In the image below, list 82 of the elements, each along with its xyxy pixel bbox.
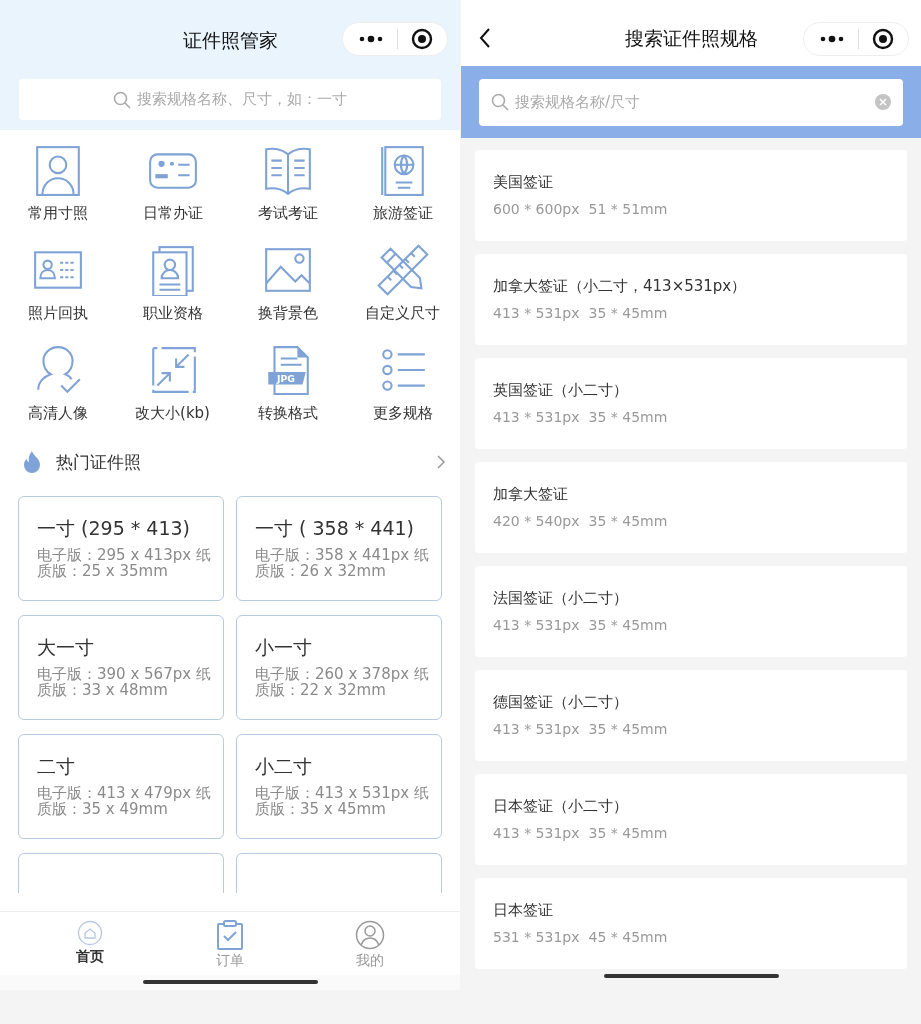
spec-name: 德国签证（小二寸） xyxy=(493,692,629,712)
spec-name: 加拿大签证（小二寸，413×531px） xyxy=(493,276,748,296)
spec-name: 法国签证（小二寸） xyxy=(493,588,629,608)
search-placeholder: 搜索规格名称、尺寸，如：一寸 xyxy=(137,90,347,109)
size-title: 一寸 ( 358 * 441) xyxy=(255,516,415,541)
chevron-right-icon[interactable] xyxy=(436,454,446,470)
category-label[interactable]: 照片回执 xyxy=(27,304,88,322)
spec-list-item[interactable]: 法国签证（小二寸） 413 * 531px 35 * 45mm xyxy=(475,566,907,657)
category-label[interactable]: 职业资格 xyxy=(142,304,203,322)
target-icon[interactable] xyxy=(871,28,894,50)
clear-icon[interactable] xyxy=(875,94,891,110)
pixel-size: 413 * 531px xyxy=(493,304,580,322)
pixel-size: 413 * 531px xyxy=(493,408,580,426)
pixel-size: 600 * 600px xyxy=(493,200,580,218)
spec-name: 日本签证（小二寸） xyxy=(493,796,629,816)
spec-name: 英国签证（小二寸） xyxy=(493,380,629,400)
spec-name: 美国签证 xyxy=(493,172,554,192)
pixel-size: 413 * 531px xyxy=(493,824,580,842)
size-card[interactable] xyxy=(18,853,224,893)
size-card[interactable]: 一寸 (295 * 413) 电子版：295 x 413px 纸质版：25 x 35mm xyxy=(18,496,224,601)
size-detail: 电子版：295 x 413px 纸质版：25 x 35mm xyxy=(37,547,211,579)
size-title: 大一寸 xyxy=(37,635,95,660)
print-size: 35 * 45mm xyxy=(588,304,668,322)
user-icon xyxy=(355,920,385,950)
size-title: 二寸 xyxy=(37,754,76,779)
size-detail: 电子版：260 x 378px 纸质版：22 x 32mm xyxy=(255,666,429,698)
print-size: 35 * 45mm xyxy=(588,720,668,738)
category-label[interactable]: 旅游签证 xyxy=(372,204,433,222)
category-label[interactable]: 自定义尺寸 xyxy=(365,304,440,322)
size-card[interactable]: 一寸 ( 358 * 441) 电子版：358 x 441px 纸质版：26 x 32mm xyxy=(236,496,442,601)
spec-list-item[interactable]: 加拿大签证（小二寸，413×531px） 413 * 531px 35 * 45mm xyxy=(475,254,907,345)
more-icon[interactable] xyxy=(818,34,845,44)
size-detail: 电子版：390 x 567px 纸质版：33 x 48mm xyxy=(37,666,211,698)
size-card[interactable]: 大一寸 电子版：390 x 567px 纸质版：33 x 48mm xyxy=(18,615,224,720)
category-label[interactable]: 高清人像 xyxy=(27,404,88,422)
size-card[interactable]: 小二寸 电子版：413 x 531px 纸质版：35 x 45mm xyxy=(236,734,442,839)
pixel-size: 420 * 540px xyxy=(493,512,580,530)
section-title: 热门证件照 xyxy=(56,450,142,474)
spec-list-item[interactable]: 美国签证 600 * 600px 51 * 51mm xyxy=(475,150,907,241)
print-size: 45 * 45mm xyxy=(588,928,668,946)
home-icon xyxy=(77,920,103,946)
pixel-size: 413 * 531px xyxy=(493,616,580,634)
size-card[interactable]: 二寸 电子版：413 x 479px 纸质版：35 x 49mm xyxy=(18,734,224,839)
spec-list-item[interactable]: 日本签证（小二寸） 413 * 531px 35 * 45mm xyxy=(475,774,907,865)
category-label[interactable]: 常用寸照 xyxy=(27,204,88,222)
size-card[interactable] xyxy=(236,853,442,893)
size-detail: 电子版：358 x 441px 纸质版：26 x 32mm xyxy=(255,547,429,579)
category-label[interactable]: 考试考证 xyxy=(257,204,318,222)
category-label[interactable]: 更多规格 xyxy=(372,404,433,422)
spec-name: 日本签证 xyxy=(493,900,554,920)
spec-list-item[interactable]: 加拿大签证 420 * 540px 35 * 45mm xyxy=(475,462,907,553)
spec-list-item[interactable]: 德国签证（小二寸） 413 * 531px 35 * 45mm xyxy=(475,670,907,761)
target-icon[interactable] xyxy=(410,28,433,50)
size-title: 小一寸 xyxy=(255,635,313,660)
search-placeholder: 搜索规格名称/尺寸 xyxy=(515,92,642,112)
category-label[interactable]: 日常办证 xyxy=(142,204,203,222)
more-icon[interactable] xyxy=(357,34,384,44)
pencil-ruler-icon[interactable] xyxy=(376,244,429,296)
search-icon xyxy=(113,90,131,109)
tab-item[interactable]: 首页 xyxy=(50,912,130,975)
print-size: 35 * 45mm xyxy=(588,512,668,530)
print-size: 35 * 45mm xyxy=(588,616,668,634)
size-title: 小二寸 xyxy=(255,754,313,779)
clipboard-check-icon xyxy=(216,920,244,950)
size-title: 一寸 (295 * 413) xyxy=(37,516,191,541)
print-size: 35 * 45mm xyxy=(588,824,668,842)
category-label[interactable]: 转换格式 xyxy=(257,404,318,422)
pixel-size: 413 * 531px xyxy=(493,720,580,738)
print-size: 51 * 51mm xyxy=(588,200,668,218)
print-size: 35 * 45mm xyxy=(588,408,668,426)
page-title: 搜索证件照规格 xyxy=(624,26,758,51)
app-title: 证件照管家 xyxy=(182,28,278,53)
spec-list-item[interactable]: 英国签证（小二寸） 413 * 531px 35 * 45mm xyxy=(475,358,907,449)
search-icon xyxy=(491,93,509,111)
size-card[interactable]: 小一寸 电子版：260 x 378px 纸质版：22 x 32mm xyxy=(236,615,442,720)
pixel-size: 531 * 531px xyxy=(493,928,580,946)
spec-name: 加拿大签证 xyxy=(493,484,569,504)
category-label[interactable]: 改大小(kb) xyxy=(135,404,210,422)
category-label[interactable]: 换背景色 xyxy=(257,304,318,322)
size-detail: 电子版：413 x 531px 纸质版：35 x 45mm xyxy=(255,785,429,817)
spec-list-item[interactable]: 日本签证 531 * 531px 45 * 45mm xyxy=(475,878,907,969)
size-detail: 电子版：413 x 479px 纸质版：35 x 49mm xyxy=(37,785,211,817)
